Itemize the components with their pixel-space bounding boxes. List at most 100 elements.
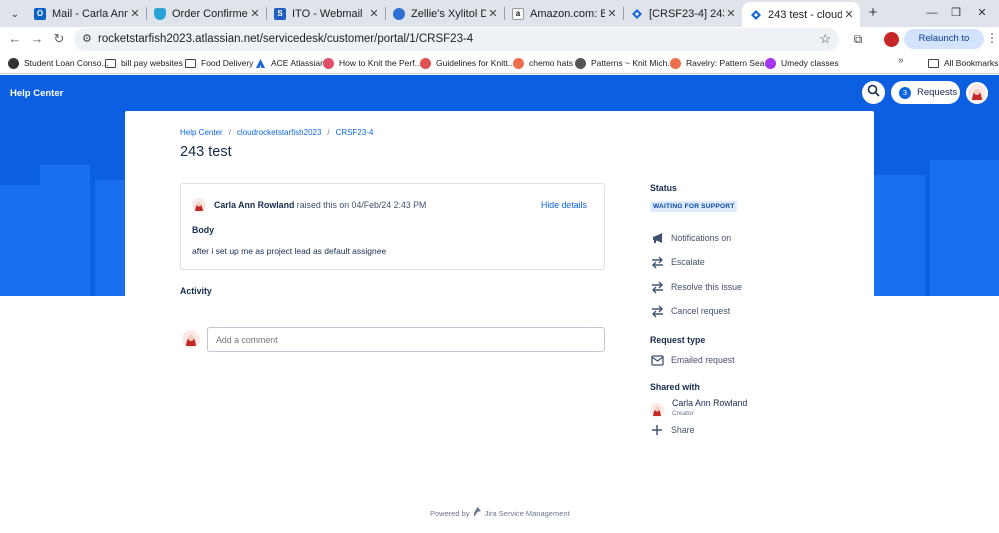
site-info-icon[interactable]: ⚙ [82,32,96,46]
atlassian-logo-icon [255,58,266,69]
minimize-icon[interactable]: — [922,4,942,22]
resolve-issue-action[interactable]: Resolve this issue [650,279,742,295]
shared-user-role: Creator [672,410,694,417]
powered-by-footer: Powered by Jira Service Management [430,507,570,519]
tab-close-icon[interactable]: ✕ [724,7,738,20]
bookmark-item[interactable]: ACE Atlassian [255,56,325,70]
tab-search-chevron-icon[interactable]: ⌄ [6,5,24,23]
tab-close-icon[interactable]: ✕ [842,8,856,21]
new-tab-plus-icon[interactable]: + [864,4,882,22]
bookmark-item[interactable]: Patterns ~ Knit Mich... [575,56,674,70]
request-type-value: Emailed request [650,352,735,368]
hide-details-link[interactable]: Hide details [541,200,587,210]
window-close-icon[interactable]: ✕ [972,4,992,22]
bookmark-item[interactable]: Umedy classes [765,56,839,70]
browser-tab[interactable]: S ITO - Webmail ✕ [266,2,385,25]
tab-close-icon[interactable]: ✕ [605,7,619,20]
folder-icon [185,58,196,68]
help-center-title[interactable]: Help Center [10,88,63,99]
address-bar[interactable]: ⚙ rocketstarfish2023.atlassian.net/servi… [74,28,839,51]
bookmark-favicon-icon [8,57,19,69]
tab-close-icon[interactable]: ✕ [248,7,262,20]
bookmark-item[interactable]: How to Knit the Perf... [323,56,422,70]
url-text[interactable]: rocketstarfish2023.atlassian.net/service… [98,33,473,45]
breadcrumb-help-center[interactable]: Help Center [180,128,223,137]
amazon-favicon-icon: a [512,7,524,20]
folder-icon [928,58,939,68]
requests-label: Requests [917,87,958,98]
breadcrumb: Help Center / cloudrocketstarfish2023 / … [180,128,374,137]
raised-by-text: Carla Ann Rowland raised this on 04/Feb/… [214,200,426,210]
search-button[interactable] [862,81,885,104]
browser-tab[interactable]: a Amazon.com: Beekma ✕ [504,2,623,25]
breadcrumb-portal[interactable]: cloudrocketstarfish2023 [237,128,322,137]
request-card: Help Center / cloudrocketstarfish2023 / … [125,111,874,533]
reload-icon[interactable]: ↻ [50,30,68,48]
webmail-favicon-icon: S [274,7,286,20]
page-title: 243 test [180,144,232,160]
requests-button[interactable]: 3 Requests [891,81,960,104]
status-heading: Status [650,183,677,193]
notifications-toggle[interactable]: Notifications on [650,230,731,246]
zellies-favicon-icon [393,7,405,20]
all-bookmarks-folder[interactable]: All Bookmarks [928,56,998,70]
extensions-puzzle-icon[interactable]: ⧉ [850,32,866,48]
commenter-avatar [182,330,200,348]
tab-close-icon[interactable]: ✕ [128,7,142,20]
bookmark-item[interactable]: Student Loan Conso... [8,56,109,70]
browser-tab-active[interactable]: 243 test - cloudrocket ✕ [742,2,860,27]
body-heading: Body [192,225,214,235]
browser-menu-icon[interactable]: ⋮ [986,31,998,45]
browser-tab[interactable]: Zellie's Xylitol Dental M ✕ [385,2,504,25]
browser-tab[interactable]: [CRSF23-4] 243 test - J ✕ [623,2,742,25]
user-avatar[interactable] [966,82,988,104]
outlook-favicon-icon: O [34,7,46,20]
escalate-action[interactable]: Escalate [650,254,705,270]
shared-user-name: Carla Ann Rowland [672,398,748,408]
jira-service-management-logo-icon [473,507,482,519]
bookmark-star-icon[interactable]: ☆ [819,31,831,47]
breadcrumb-issue-key[interactable]: CRSF23-4 [336,128,374,137]
jira-favicon-icon [631,8,643,20]
cancel-request-action[interactable]: Cancel request [650,303,730,319]
browser-toolbar: ← → ↻ ⚙ rocketstarfish2023.atlassian.net… [0,27,999,64]
raised-date: raised this on 04/Feb/24 2:43 PM [296,200,427,210]
requests-count-badge: 3 [899,86,911,99]
bookmark-item[interactable]: Ravelry: Pattern Sea... [670,56,772,70]
activity-heading: Activity [180,286,212,296]
relaunch-button[interactable]: Relaunch to update [904,29,984,64]
body-text: after i set up me as project lead as def… [192,246,387,256]
plus-icon [650,423,664,437]
restore-icon[interactable]: ❐ [946,4,966,22]
shared-user-avatar [650,403,664,417]
share-button[interactable]: Share [650,422,694,438]
shield-favicon-icon [154,7,166,20]
jira-favicon-icon [750,9,762,21]
bookmark-item[interactable]: Guidelines for Knitt... [420,56,515,70]
status-badge: WAITING FOR SUPPORT [650,201,738,212]
bookmarks-overflow-icon[interactable]: » [898,55,904,66]
megaphone-icon [650,231,664,245]
browser-tab[interactable]: Order Confirmed | At H ✕ [146,2,266,25]
shared-with-heading: Shared with [650,382,700,392]
help-center-page: Help Center 3 Requests Help Center / clo… [0,75,999,533]
folder-icon [105,58,116,68]
tab-close-icon[interactable]: ✕ [486,7,500,20]
email-icon [650,353,664,367]
back-arrow-icon[interactable]: ← [6,30,24,48]
bookmark-favicon-icon [323,57,334,69]
browser-profile-avatar[interactable] [884,32,899,47]
request-type-heading: Request type [650,335,706,345]
jira-service-management-link[interactable]: Jira Service Management [485,509,570,518]
bookmark-folder[interactable]: Food Delivery [185,56,253,70]
browser-tab[interactable]: O Mail - Carla Ann Rowla ✕ [26,2,146,25]
bookmark-folder[interactable]: bill pay websites [105,56,183,70]
tab-close-icon[interactable]: ✕ [367,7,381,20]
comment-input[interactable] [207,327,605,352]
tab-strip: ⌄ O Mail - Carla Ann Rowla ✕ Order Confi… [0,0,999,27]
forward-arrow-icon[interactable]: → [28,30,46,48]
bookmark-item[interactable]: chemo hats [513,56,573,70]
bookmark-favicon-icon [765,57,776,69]
user-avatar-image [968,84,986,102]
search-icon [867,84,880,102]
